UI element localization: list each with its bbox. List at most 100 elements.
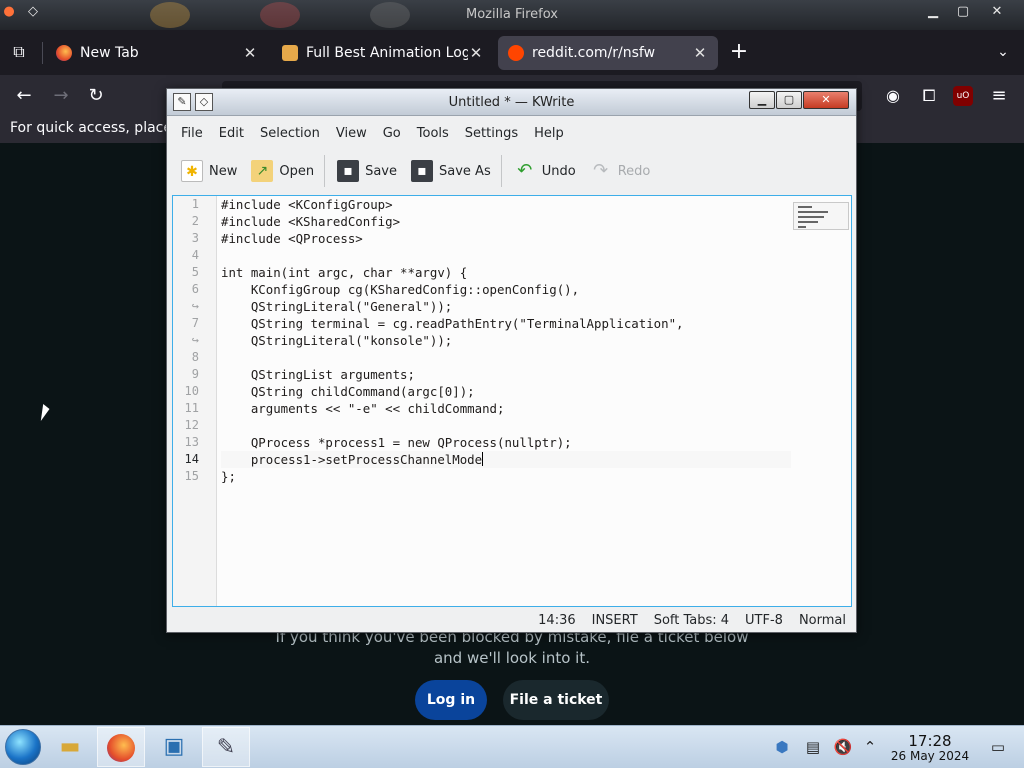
code-line: #include <KSharedConfig> [221,214,401,229]
clock-date[interactable]: 26 May 2024 [880,749,980,763]
editing-mode[interactable]: Normal [799,613,846,628]
input-mode[interactable]: INSERT [592,613,638,628]
code-line: #include <KConfigGroup> [221,197,393,212]
clock-time[interactable]: 17:28 [890,732,970,750]
close-tab-icon[interactable]: ✕ [242,44,258,62]
minimap-line [798,226,806,228]
save-button[interactable]: ▪ Save [337,160,397,182]
line-number: 14 [184,452,199,466]
tab-label: reddit.com/r/nsfw [532,45,656,61]
undo-button-label: Undo [541,163,576,179]
kwrite-task-button[interactable]: ✎ [202,727,250,767]
text-cursor [482,452,484,466]
new-document-icon: ✱ [181,160,203,182]
document-icon [282,45,298,61]
menu-go[interactable]: Go [375,126,409,141]
back-icon[interactable]: ← [13,85,35,107]
firefox-task-button[interactable] [97,727,145,767]
close-icon[interactable]: ✕ [982,3,1012,21]
menu-view[interactable]: View [328,126,375,141]
close-tab-icon[interactable]: ✕ [692,44,708,62]
chevron-up-icon[interactable]: ⌃ [860,737,880,757]
menu-selection[interactable]: Selection [252,126,328,141]
menu-file[interactable]: File [173,126,211,141]
minimize-icon[interactable]: ▁ [918,3,948,21]
file-manager-icon[interactable]: ▬ [46,727,94,767]
account-icon[interactable]: ◉ [882,85,904,107]
tab-label: Full Best Animation Logo [306,45,468,61]
toolbar-separator [324,155,326,187]
chevron-down-icon[interactable]: ⌄ [992,41,1014,63]
save-icon: ▪ [337,160,360,182]
firefox-titlebar: ● ◇ Mozilla Firefox ▁ ▢ ✕ [0,0,1024,30]
code-line-text: process1->setProcessChannelMode [221,452,483,467]
tab-new-tab[interactable]: New Tab ✕ [46,36,268,70]
line-number: 4 [191,248,199,262]
blocked-message: If you think you've been blocked by mist… [275,628,749,667]
save-as-icon: ▪ [411,160,434,182]
code-line: KConfigGroup cg(KSharedConfig::openConfi… [221,282,580,297]
tab-strip: ⧉ New Tab ✕ Full Best Animation Logo ✕ r… [0,30,1024,75]
undo-button[interactable]: ↶ Undo [514,160,576,182]
network-icon[interactable]: ⬢ [772,737,792,757]
close-tab-icon[interactable]: ✕ [468,44,484,62]
menu-settings[interactable]: Settings [457,126,526,141]
ublock-icon[interactable]: uO [953,86,973,106]
line-number: 13 [184,435,199,449]
maximize-icon[interactable]: ▢ [948,3,978,21]
menu-icon[interactable]: ≡ [988,85,1010,107]
system-settings-icon[interactable]: ▣ [150,727,198,767]
window-title: Mozilla Firefox [466,7,558,22]
minimize-icon[interactable]: ▁ [749,91,775,109]
login-button[interactable]: Log in [415,680,487,720]
tab-reddit[interactable]: reddit.com/r/nsfw ✕ [498,36,718,70]
minimap[interactable] [793,202,849,230]
minimap-line [798,206,812,208]
code-line: QStringLiteral("General")); [221,299,453,314]
wrap-indicator-icon: ↪ [191,299,199,313]
tab-list-icon[interactable]: ⧉ [8,41,30,63]
taskbar: ▬ ▣ ✎ ⬢ ▤ 🔇 ⌃ 17:28 26 May 2024 ▭ [0,725,1024,768]
clipboard-icon[interactable]: ▤ [803,737,823,757]
reload-icon[interactable]: ↻ [85,85,107,107]
file-ticket-button[interactable]: File a ticket [503,680,609,720]
encoding[interactable]: UTF-8 [745,613,783,628]
save-as-button-label: Save As [439,163,491,179]
code-line: arguments << "-e" << childCommand; [221,401,505,416]
extensions-icon[interactable]: ⧠ [918,85,940,107]
code-line: #include <QProcess> [221,231,363,246]
code-line: QStringList arguments; [221,367,415,382]
line-number: 11 [184,401,199,415]
kwrite-window: ✎ ◇ Untitled * — KWrite ▁ ▢ ✕ File Edit … [166,88,857,633]
new-button[interactable]: ✱ New [181,160,237,182]
show-desktop-icon[interactable]: ▭ [988,737,1008,757]
wrap-indicator-icon: ↪ [191,333,199,347]
menu-bar: File Edit Selection View Go Tools Settin… [167,117,856,149]
firefox-icon [107,734,135,762]
menu-edit[interactable]: Edit [211,126,252,141]
code-line: int main(int argc, char **argv) { [221,265,468,280]
close-icon[interactable]: ✕ [803,91,849,109]
line-number-gutter: 1 2 3 4 5 6 ↪ 7 ↪ 8 9 10 11 12 13 14 15 [173,196,217,606]
text-editor[interactable]: 1 2 3 4 5 6 ↪ 7 ↪ 8 9 10 11 12 13 14 15 … [172,195,852,607]
save-as-button[interactable]: ▪ Save As [411,160,491,182]
code-area[interactable]: #include <KConfigGroup> #include <KShare… [221,196,795,606]
new-tab-icon[interactable]: + [728,41,750,63]
code-line: QStringLiteral("konsole")); [221,333,453,348]
code-line: QProcess *process1 = new QProcess(nullpt… [221,435,572,450]
cursor-position[interactable]: 14:36 [538,613,575,628]
open-button[interactable]: ↗ Open [251,160,314,182]
line-number: 2 [191,214,199,228]
tab-animation-logo[interactable]: Full Best Animation Logo ✕ [272,36,494,70]
toolbar: ✱ New ↗ Open ▪ Save ▪ Save As ↶ Undo ↷ R… [167,151,856,191]
status-bar: 14:36 INSERT Soft Tabs: 4 UTF-8 Normal [167,609,856,632]
menu-help[interactable]: Help [526,126,572,141]
redo-button[interactable]: ↷ Redo [590,160,650,182]
forward-icon[interactable]: → [50,85,72,107]
code-line: }; [221,469,236,484]
maximize-icon[interactable]: ▢ [776,91,802,109]
volume-muted-icon[interactable]: 🔇 [833,737,853,757]
start-button[interactable] [5,729,41,765]
menu-tools[interactable]: Tools [409,126,457,141]
indentation-setting[interactable]: Soft Tabs: 4 [654,613,729,628]
